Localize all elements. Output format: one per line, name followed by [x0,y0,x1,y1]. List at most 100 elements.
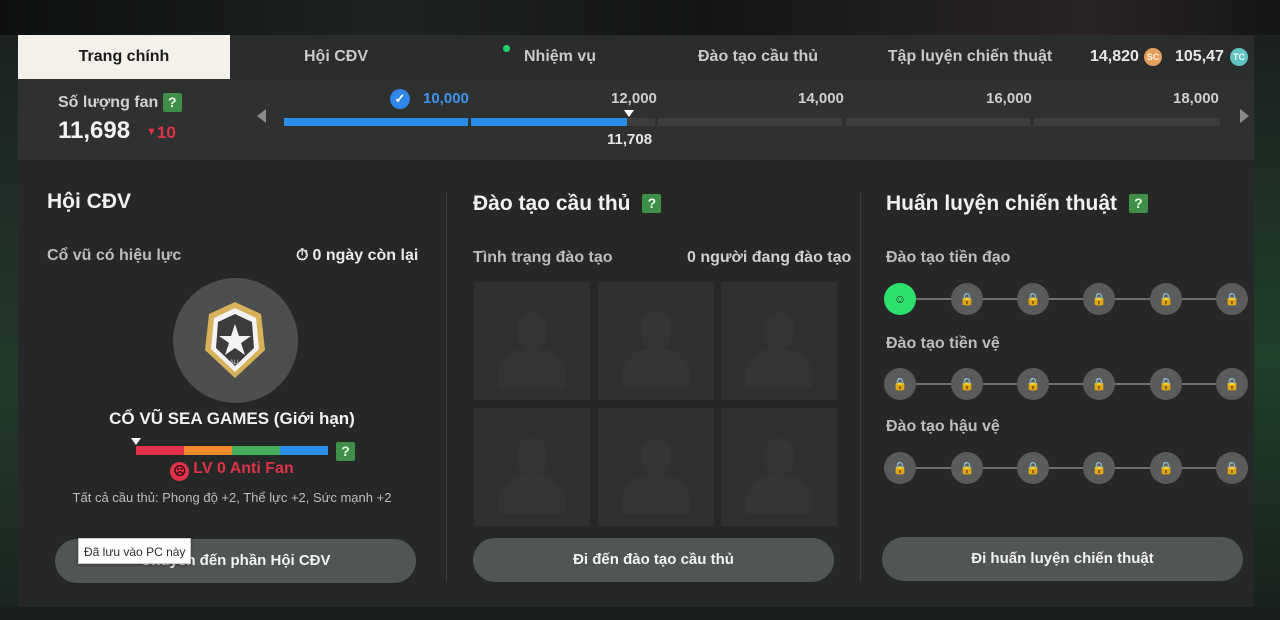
player-training-title: Đào tạo cầu thủ ? [473,192,662,216]
tactical-training-title: Huấn luyện chiến thuật ? [886,192,1148,216]
forward-training-label: Đào tạo tiền đạo [886,249,1011,266]
training-help-icon[interactable]: ? [642,194,662,213]
level-help-icon[interactable]: ? [336,442,355,461]
player-training-title-text: Đào tạo cầu thủ [473,192,631,215]
defense-training-label: Đào tạo hậu vệ [886,418,1000,435]
current-fan-marker [624,110,634,117]
background-top [0,0,1280,35]
training-slot[interactable] [474,408,590,526]
progress-segment [846,118,1030,126]
days-remaining-text: 0 ngày còn lại [312,247,419,264]
progress-segment [284,118,468,126]
training-slot[interactable] [474,282,590,400]
tab-missions[interactable]: Nhiệm vụ [500,35,620,79]
background-bottom [0,607,1280,620]
lock-icon[interactable]: 🔒 [1150,368,1182,400]
player-silhouette-icon [517,438,547,474]
player-silhouette-icon [517,312,547,348]
panel-divider [860,192,861,582]
player-silhouette-body [622,348,690,388]
lock-icon[interactable]: 🔒 [1083,368,1115,400]
lock-icon[interactable]: 🔒 [1017,452,1049,484]
training-slot[interactable] [721,408,837,526]
fan-count-label: Số lượng fan ? [58,93,182,112]
fan-label-text: Số lượng fan [58,94,159,111]
unlocked-node-icon[interactable]: ☺ [884,283,916,315]
lock-icon[interactable]: 🔒 [884,368,916,400]
level-bar-segment [280,446,328,455]
main-window: Trang chính Hội CĐV Nhiệm vụ Đào tạo cầu… [18,35,1254,607]
background-left [0,35,18,620]
cheer-effects: Tất cả cầu thủ: Phong độ +2, Thể lực +2,… [72,490,392,505]
milestone-label: 14,000 [798,90,844,107]
fan-help-icon[interactable]: ? [162,93,182,112]
sc-coin-icon: SC [1144,48,1162,66]
notification-dot [503,45,510,52]
player-silhouette-icon [641,438,671,474]
background-right [1254,35,1280,620]
go-to-tactical-training-button[interactable]: Đi huấn luyện chiến thuật [882,537,1243,581]
fan-level-bar [136,446,328,455]
player-silhouette-icon [764,312,794,348]
midfield-training-label: Đào tạo tiền vệ [886,335,1000,352]
training-slot[interactable] [598,282,714,400]
level-bar-segment [232,446,280,455]
sc-balance: 14,820 [1090,48,1139,65]
level-bar-segment [184,446,232,455]
tactics-help-icon[interactable]: ? [1128,194,1148,213]
player-silhouette-icon [764,438,794,474]
fan-progress-bar: Số lượng fan ? 11,698 ▼10 ✓ 10,000 12,00… [18,79,1254,160]
fan-count-value: 11,698 [58,117,131,144]
star-shield-icon: ALL [205,302,265,378]
training-status-label: Tình trạng đào tạo [473,249,613,266]
level-marker [131,438,141,445]
lock-icon[interactable]: 🔒 [1216,283,1248,315]
tab-home[interactable]: Trang chính [18,35,230,79]
player-silhouette-body [498,474,566,514]
level-bar-segment [136,446,184,455]
lock-icon[interactable]: 🔒 [951,452,983,484]
scroll-right-icon[interactable] [1240,109,1249,123]
player-silhouette-icon [641,312,671,348]
lock-icon[interactable]: 🔒 [951,368,983,400]
top-nav: Trang chính Hội CĐV Nhiệm vụ Đào tạo cầu… [18,35,1254,79]
training-slot[interactable] [721,282,837,400]
milestone-label: 12,000 [611,90,657,107]
lock-icon[interactable]: 🔒 [951,283,983,315]
saved-tooltip: Đã lưu vào PC này [78,538,192,564]
current-fan-value: 11,708 [607,131,653,148]
cheer-effect-label: Cổ vũ có hiệu lực [47,247,182,264]
tab-tactical-training[interactable]: Tập luyện chiến thuật [880,35,1060,79]
tab-player-training[interactable]: Đào tạo cầu thủ [678,35,838,79]
lock-icon[interactable]: 🔒 [1083,283,1115,315]
lock-icon[interactable]: 🔒 [1017,283,1049,315]
milestone-label: 18,000 [1173,90,1219,107]
lock-icon[interactable]: 🔒 [1216,368,1248,400]
fan-club-title: Hội CĐV [47,190,131,213]
cheer-badge[interactable]: ALL [173,278,298,403]
tab-fan-club[interactable]: Hội CĐV [256,35,416,79]
lock-icon[interactable]: 🔒 [1150,452,1182,484]
badge-text: ALL [230,360,241,366]
fan-level-text: LV 0 Anti Fan [193,460,294,477]
training-slot[interactable] [598,408,714,526]
progress-segment [658,118,842,126]
fan-level: ☹ LV 0 Anti Fan [18,460,446,481]
lock-icon[interactable]: 🔒 [1083,452,1115,484]
tc-balance: 105,47 [1175,48,1224,65]
down-arrow-icon: ▼ [146,126,157,138]
scroll-left-icon[interactable] [257,109,266,123]
lock-icon[interactable]: 🔒 [884,452,916,484]
stopwatch-icon: ⏱ [296,247,309,264]
check-icon: ✓ [390,89,410,109]
lock-icon[interactable]: 🔒 [1150,283,1182,315]
cheer-badge-name: CỔ VŨ SEA GAMES (Giới hạn) [109,409,355,428]
player-silhouette-body [622,474,690,514]
lock-icon[interactable]: 🔒 [1216,452,1248,484]
training-count: 0 người đang đào tạo [687,249,852,266]
milestone-label: 10,000 [423,90,469,107]
lock-icon[interactable]: 🔒 [1017,368,1049,400]
milestone-label: 16,000 [986,90,1032,107]
go-to-player-training-button[interactable]: Đi đến đào tạo cầu thủ [473,538,834,582]
progress-segment [1034,118,1220,126]
